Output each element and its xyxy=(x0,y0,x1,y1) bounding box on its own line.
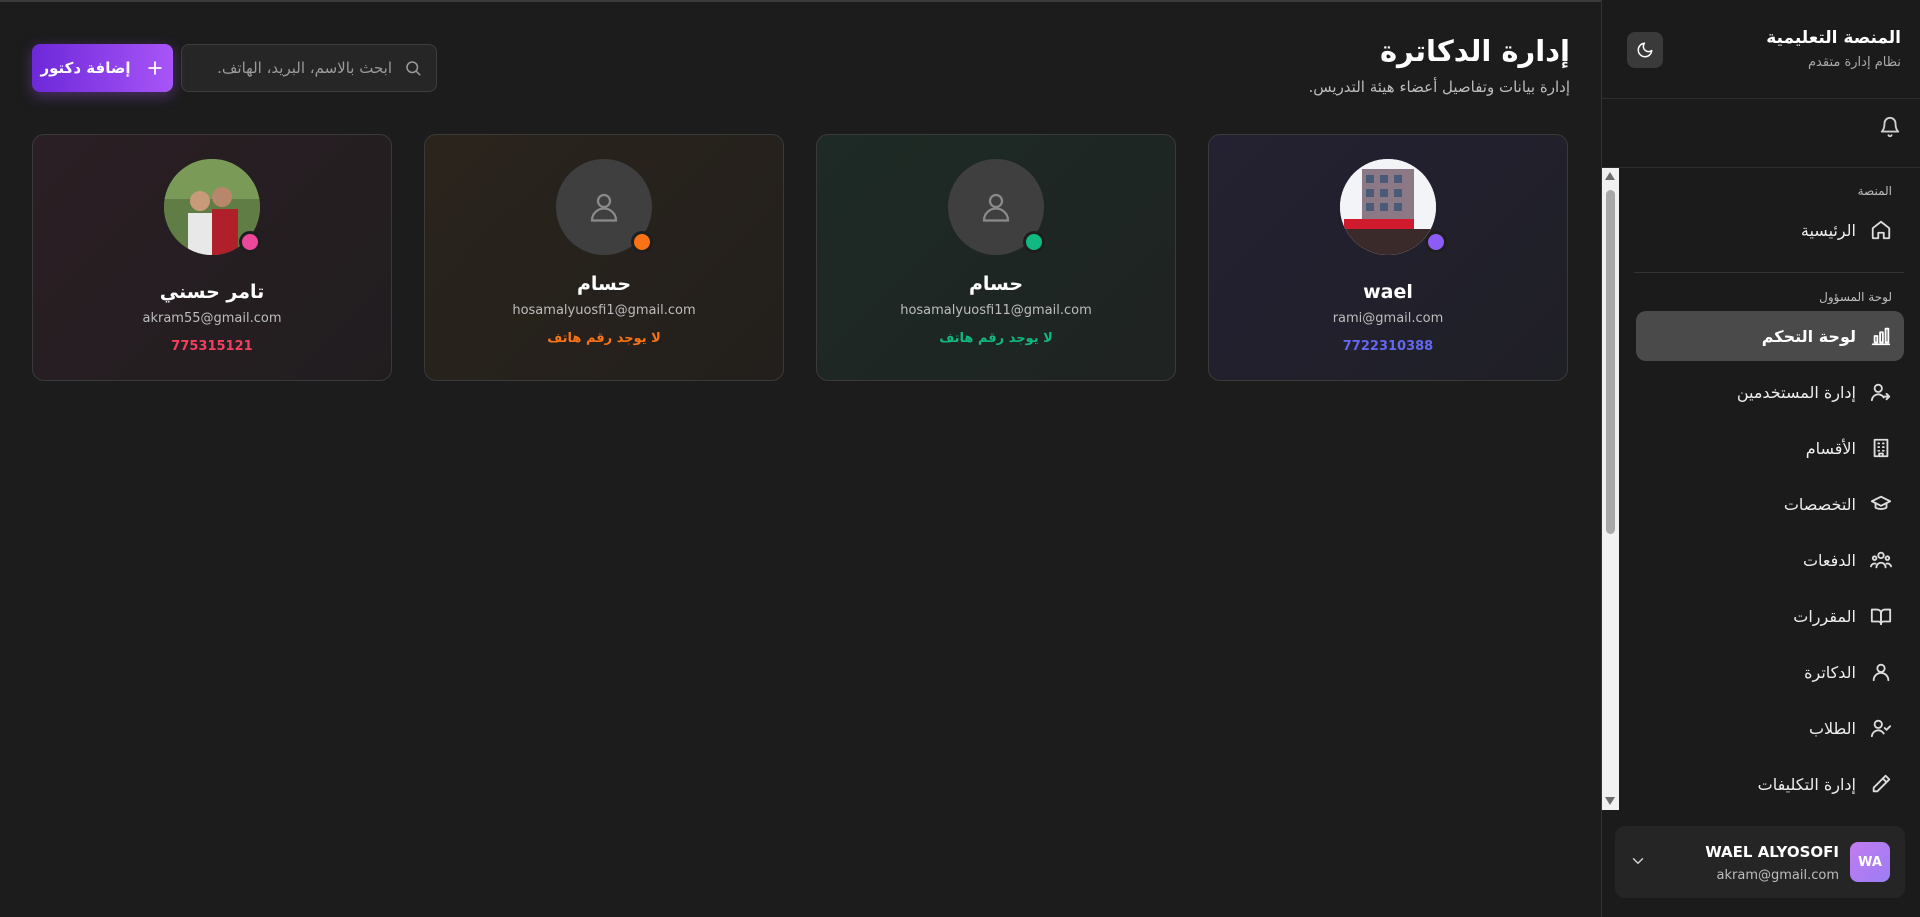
status-dot xyxy=(1023,231,1045,253)
sidebar-item-assignments[interactable]: إدارة التكليفات xyxy=(1636,759,1904,809)
doctor-card[interactable]: حسام hosamalyuosfi1@gmail.com لا يوجد رق… xyxy=(424,134,784,381)
sidebar-item-label: المقررات xyxy=(1793,606,1856,626)
sidebar-item-users[interactable]: إدارة المستخدمين xyxy=(1636,367,1904,417)
doctor-email: rami@gmail.com xyxy=(1332,311,1444,326)
search-icon xyxy=(406,61,421,76)
doctor-name: حسام xyxy=(968,273,1024,295)
doctor-name: حسام xyxy=(576,273,632,295)
sidebar-item-specializations[interactable]: التخصصات xyxy=(1636,479,1904,529)
doctor-phone: لا يوجد رقم هاتف xyxy=(547,331,661,346)
students-icon xyxy=(1870,719,1892,738)
bell-icon xyxy=(1880,117,1900,138)
sidebar-item-home[interactable]: الرئيسية xyxy=(1636,205,1904,255)
building-icon xyxy=(1873,438,1889,458)
group-icon xyxy=(1870,551,1892,569)
scroll-up-arrow-icon[interactable] xyxy=(1605,172,1615,180)
doctor-email: hosamalyuosfi1@gmail.com xyxy=(512,303,696,318)
add-doctor-button[interactable]: إضافة دكتور xyxy=(32,44,173,92)
brand-subtitle: نظام إدارة متقدم xyxy=(1808,55,1901,70)
doctor-card[interactable]: تامر حسني akram55@gmail.com 775315121 xyxy=(32,134,392,381)
status-dot xyxy=(239,231,261,253)
user-name: WAEL ALYOSOFI xyxy=(1705,843,1839,861)
doctor-card[interactable]: wael rami@gmail.com 7722310388 xyxy=(1208,134,1568,381)
doctor-phone: لا يوجد رقم هاتف xyxy=(939,331,1053,346)
sidebar: المنصة التعليمية نظام إدارة متقدم المنصة… xyxy=(1601,0,1920,917)
sidebar-item-label: الرئيسية xyxy=(1800,220,1856,240)
sidebar-item-label: لوحة التحكم xyxy=(1761,326,1856,346)
scroll-thumb[interactable] xyxy=(1606,190,1615,534)
notification-button[interactable] xyxy=(1879,116,1901,142)
sidebar-item-departments[interactable]: الأقسام xyxy=(1636,423,1904,473)
book-icon xyxy=(1870,608,1892,626)
sidebar-item-label: الطلاب xyxy=(1808,718,1856,738)
user-icon xyxy=(1872,663,1890,682)
doctor-phone: 7722310388 xyxy=(1342,339,1434,354)
brand-title: المنصة التعليمية xyxy=(1766,28,1901,48)
sidebar-item-doctors[interactable]: الدكاترة xyxy=(1636,647,1904,697)
notifications-row xyxy=(1601,100,1920,168)
search-input[interactable] xyxy=(214,58,394,78)
sidebar-item-label: الدكاترة xyxy=(1804,662,1856,682)
sidebar-item-label: التخصصات xyxy=(1783,494,1856,514)
chevron-down-icon[interactable] xyxy=(1629,852,1647,870)
building-photo-icon xyxy=(1340,159,1436,255)
users-manage-icon xyxy=(1870,383,1891,402)
graduation-cap-icon xyxy=(1870,495,1892,510)
search-box[interactable] xyxy=(181,44,437,92)
sidebar-header: المنصة التعليمية نظام إدارة متقدم xyxy=(1601,0,1920,99)
avatar: WA xyxy=(1850,842,1890,882)
sidebar-item-label: إدارة المستخدمين xyxy=(1736,382,1856,402)
sidebar-item-students[interactable]: الطلاب xyxy=(1636,703,1904,753)
bar-chart-icon xyxy=(1871,327,1891,346)
doctor-card[interactable]: حسام hosamalyuosfi11@gmail.com لا يوجد ر… xyxy=(816,134,1176,381)
add-doctor-label: إضافة دكتور xyxy=(40,59,131,77)
sidebar-item-label: إدارة التكليفات xyxy=(1757,774,1856,794)
sidebar-item-batches[interactable]: الدفعات xyxy=(1636,535,1904,585)
doctor-name: wael xyxy=(1363,281,1413,303)
page-title: إدارة الدكاترة xyxy=(1379,34,1570,68)
status-dot xyxy=(631,231,653,253)
page-subtitle: إدارة بيانات وتفاصيل أعضاء هيئة التدريس. xyxy=(1308,78,1571,96)
moon-icon xyxy=(1637,42,1653,58)
plus-icon xyxy=(147,61,162,75)
sidebar-item-label: الدفعات xyxy=(1802,550,1856,570)
user-email: akram@gmail.com xyxy=(1716,868,1839,883)
home-icon xyxy=(1871,220,1891,240)
sidebar-nav: المنصة الرئيسية لوحة المسؤول لوحة التحكم… xyxy=(1601,168,1920,810)
avatar xyxy=(1340,159,1436,255)
doctor-phone: 775315121 xyxy=(171,339,253,354)
doctor-name: تامر حسني xyxy=(159,281,265,303)
section-label-admin: لوحة المسؤول xyxy=(1819,290,1892,304)
scroll-down-arrow-icon[interactable] xyxy=(1605,797,1615,805)
user-placeholder-icon xyxy=(590,193,618,222)
sidebar-item-label: الأقسام xyxy=(1805,438,1856,458)
section-label-platform: المنصة xyxy=(1857,184,1892,198)
doctor-email: hosamalyuosfi11@gmail.com xyxy=(900,303,1092,318)
sidebar-scrollbar[interactable] xyxy=(1602,168,1619,810)
doctor-email: akram55@gmail.com xyxy=(142,311,282,326)
divider xyxy=(1634,272,1904,273)
user-profile-card[interactable]: WA WAEL ALYOSOFI akram@gmail.com xyxy=(1615,826,1905,898)
pencil-icon xyxy=(1872,774,1891,793)
sidebar-item-dashboard[interactable]: لوحة التحكم xyxy=(1636,311,1904,361)
status-dot xyxy=(1425,231,1447,253)
theme-toggle-button[interactable] xyxy=(1627,32,1663,68)
user-placeholder-icon xyxy=(982,193,1010,222)
sidebar-item-courses[interactable]: المقررات xyxy=(1636,591,1904,641)
